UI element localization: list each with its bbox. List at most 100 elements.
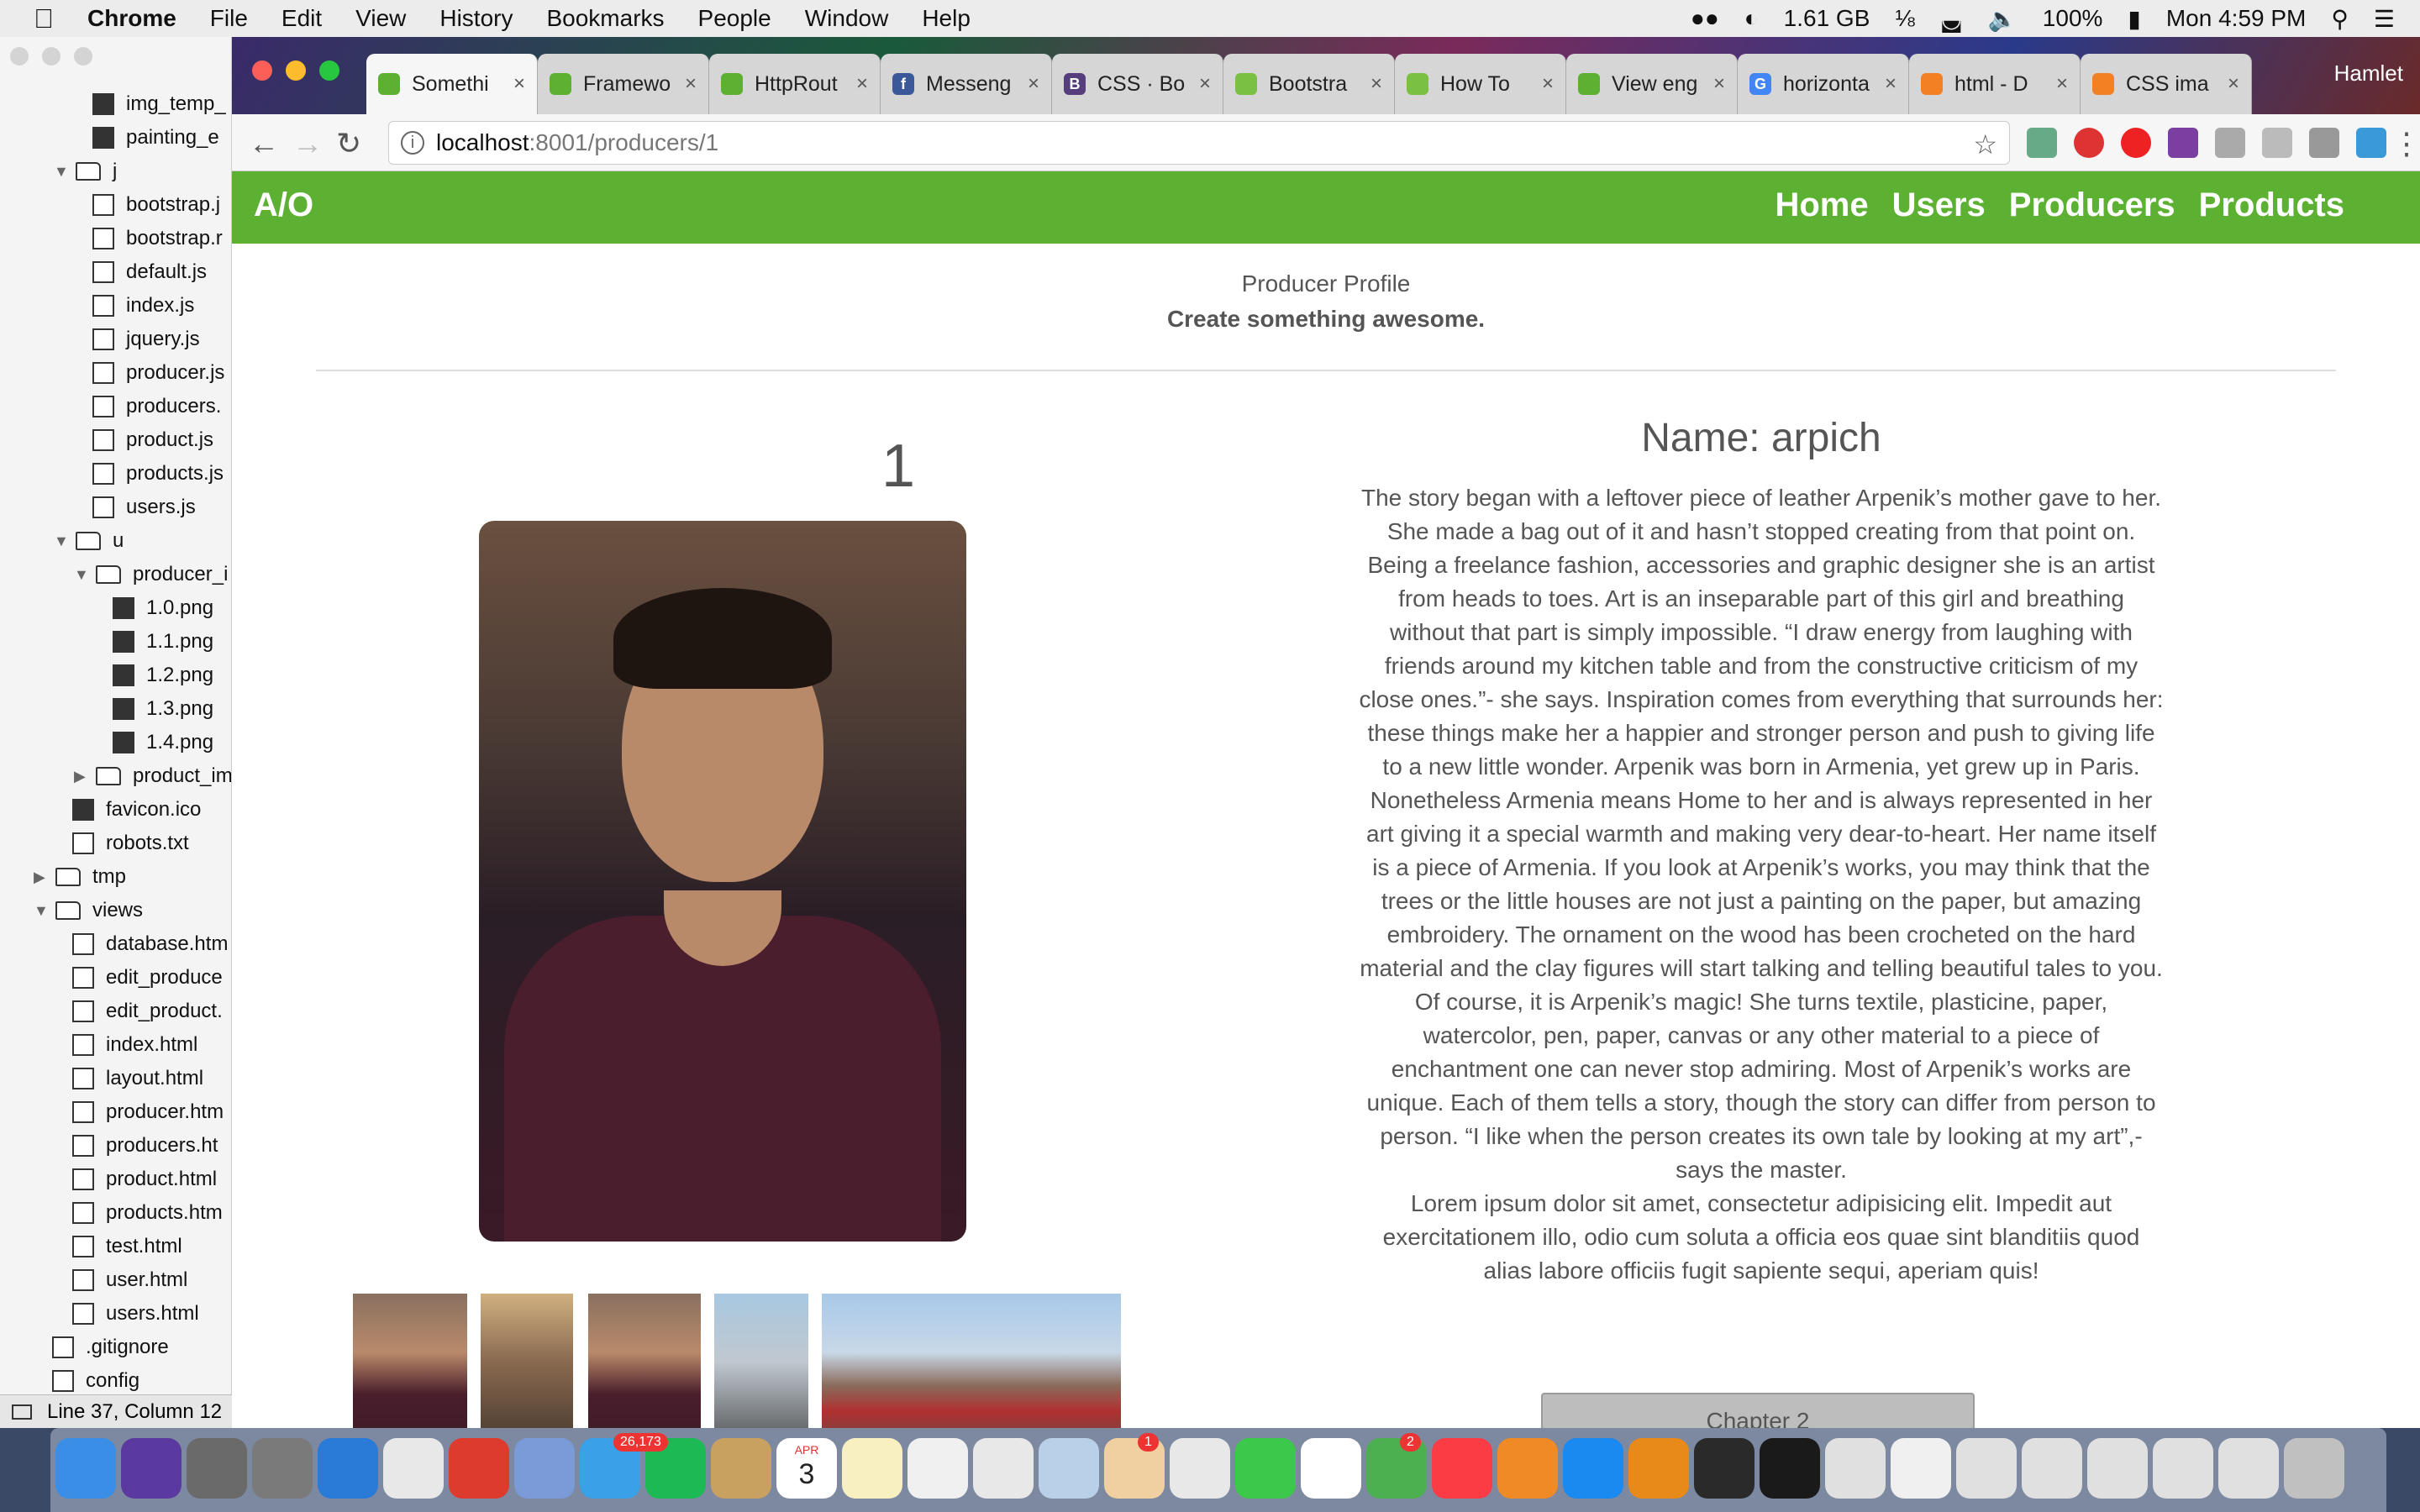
nav-products-link[interactable]: Products xyxy=(2199,186,2344,224)
address-bar[interactable]: i localhost :8001/producers/1 ☆ xyxy=(388,121,2010,165)
reminders-icon[interactable] xyxy=(973,1438,1034,1499)
nav-home-link[interactable]: Home xyxy=(1775,186,1868,224)
minimize-window-icon[interactable] xyxy=(286,60,306,81)
file-tree-item[interactable]: img_temp_ xyxy=(92,87,226,121)
tab-close-icon[interactable]: × xyxy=(1542,72,1554,96)
browser-tab[interactable]: f Messeng × xyxy=(881,54,1052,114)
file-tree-item[interactable]: product.js xyxy=(92,423,213,457)
browser-tab[interactable]: View eng × xyxy=(1566,54,1738,114)
menu-app-chrome[interactable]: Chrome xyxy=(87,5,176,32)
notification-center-icon[interactable]: ☰ xyxy=(2374,5,2395,33)
nav-producers-link[interactable]: Producers xyxy=(2009,186,2175,224)
battery-percent[interactable]: 100% xyxy=(2043,5,2103,32)
nav-users-link[interactable]: Users xyxy=(1892,186,1986,224)
menu-bookmarks[interactable]: Bookmarks xyxy=(546,5,664,32)
browser-tab[interactable]: html - D × xyxy=(1909,54,2081,114)
file-tree-item[interactable]: bootstrap.r xyxy=(92,222,223,255)
apps-grid-icon[interactable] xyxy=(383,1438,444,1499)
file-tree-item[interactable]: producers.ht xyxy=(72,1129,218,1163)
extension-r-icon[interactable] xyxy=(2309,128,2339,158)
file-tree-item[interactable]: users.js xyxy=(92,491,196,524)
menu-view[interactable]: View xyxy=(355,5,406,32)
file-tree-item[interactable]: ▶ product_im xyxy=(74,759,231,793)
onenote-icon[interactable] xyxy=(2168,128,2198,158)
textedit-icon[interactable] xyxy=(908,1438,968,1499)
extension-grey-icon[interactable] xyxy=(2215,128,2245,158)
itunes-icon[interactable] xyxy=(1432,1438,1492,1499)
window-thumb-icon[interactable] xyxy=(2218,1438,2279,1499)
tab-close-icon[interactable]: × xyxy=(513,72,525,96)
back-icon[interactable]: ← xyxy=(249,126,279,161)
finder-icon[interactable] xyxy=(55,1438,116,1499)
tab-close-icon[interactable]: × xyxy=(1370,72,1382,96)
tab-close-icon[interactable]: × xyxy=(2228,72,2239,96)
thumbnail-2[interactable] xyxy=(481,1294,573,1428)
disclosure-open-icon[interactable]: ▼ xyxy=(54,163,69,181)
file-tree-item[interactable]: jquery.js xyxy=(92,323,200,356)
document-icon[interactable] xyxy=(1825,1438,1886,1499)
file-tree-item[interactable]: bootstrap.j xyxy=(92,188,220,222)
file-tree-item[interactable]: ▼ producer_i xyxy=(74,558,228,591)
thumbnail-5[interactable] xyxy=(822,1294,1121,1428)
file-tree-item[interactable]: test.html xyxy=(72,1230,182,1263)
launchpad-icon[interactable] xyxy=(187,1438,247,1499)
menu-window[interactable]: Window xyxy=(805,5,889,32)
chapter-2-button[interactable]: Chapter 2 xyxy=(1541,1393,1975,1428)
browser-tab[interactable]: B CSS · Bo × xyxy=(1052,54,1223,114)
sublime-icon[interactable] xyxy=(1628,1438,1689,1499)
profile-name[interactable]: Hamlet xyxy=(2334,60,2403,87)
tab-close-icon[interactable]: × xyxy=(2056,72,2068,96)
file-tree-item[interactable]: product.html xyxy=(72,1163,217,1196)
window-thumb-icon[interactable] xyxy=(2153,1438,2213,1499)
file-tree-item[interactable]: robots.txt xyxy=(72,827,189,860)
file-tree-item[interactable]: default.js xyxy=(92,255,207,289)
volume-icon[interactable]: 🔈 xyxy=(1988,5,2018,33)
menu-edit[interactable]: Edit xyxy=(281,5,322,32)
extension-grid-icon[interactable] xyxy=(2262,128,2292,158)
disclosure-open-icon[interactable]: ▼ xyxy=(54,533,69,550)
bookmark-star-icon[interactable]: ☆ xyxy=(1973,129,1997,160)
window-thumb-icon[interactable] xyxy=(2087,1438,2148,1499)
menu-history[interactable]: History xyxy=(439,5,513,32)
contacts-icon[interactable] xyxy=(711,1438,771,1499)
glasses-icon[interactable]: ●● xyxy=(1691,5,1719,32)
file-tree-item[interactable]: config xyxy=(52,1364,139,1398)
wifi-icon[interactable]: ◛ xyxy=(1940,5,1963,33)
photos-icon[interactable] xyxy=(1301,1438,1361,1499)
browser-tab[interactable]: Ghorizonta × xyxy=(1738,54,1909,114)
close-window-icon[interactable] xyxy=(252,60,272,81)
file-tree-item[interactable]: ▶ tmp xyxy=(34,860,126,894)
file-tree-item[interactable]: edit_product. xyxy=(72,995,223,1028)
keynote-icon[interactable] xyxy=(1170,1438,1230,1499)
adblock-icon[interactable] xyxy=(2074,128,2104,158)
browser-tab[interactable]: HttpRout × xyxy=(709,54,881,114)
minimize-icon[interactable] xyxy=(42,47,60,66)
browser-tab[interactable]: Bootstra × xyxy=(1223,54,1395,114)
memory-icon[interactable]: ◐ xyxy=(1744,5,1759,32)
terminal-icon[interactable] xyxy=(1760,1438,1820,1499)
facetime-icon[interactable] xyxy=(1235,1438,1296,1499)
extension-blue-icon[interactable] xyxy=(2356,128,2386,158)
menu-clock[interactable]: Mon 4:59 PM xyxy=(2166,5,2307,32)
tab-close-icon[interactable]: × xyxy=(1885,72,1897,96)
window-thumb-icon[interactable] xyxy=(2022,1438,2082,1499)
file-tree-item[interactable]: user.html xyxy=(72,1263,187,1297)
file-tree-item[interactable]: 1.3.png xyxy=(113,692,213,726)
file-tree-item[interactable]: ▼ views xyxy=(34,894,143,927)
browser-tab[interactable]: Framewo × xyxy=(538,54,709,114)
extension-red-icon[interactable] xyxy=(2121,128,2151,158)
disclosure-closed-icon[interactable]: ▶ xyxy=(34,869,47,886)
extension-js-icon[interactable] xyxy=(2027,128,2057,158)
tab-close-icon[interactable]: × xyxy=(1713,72,1725,96)
browser-tab[interactable]: CSS ima × xyxy=(2081,54,2252,114)
menu-people[interactable]: People xyxy=(698,5,771,32)
system-preferences-icon[interactable] xyxy=(252,1438,313,1499)
file-tree-item[interactable]: 1.2.png xyxy=(113,659,213,692)
file-tree-item[interactable]: producer.htm xyxy=(72,1095,224,1129)
file-tree-item[interactable]: layout.html xyxy=(72,1062,203,1095)
file-tree-item[interactable]: products.js xyxy=(92,457,224,491)
browser-tab[interactable]: How To × xyxy=(1395,54,1566,114)
menu-file[interactable]: File xyxy=(210,5,248,32)
app-store-icon[interactable] xyxy=(1563,1438,1623,1499)
tab-close-icon[interactable]: × xyxy=(685,72,697,96)
